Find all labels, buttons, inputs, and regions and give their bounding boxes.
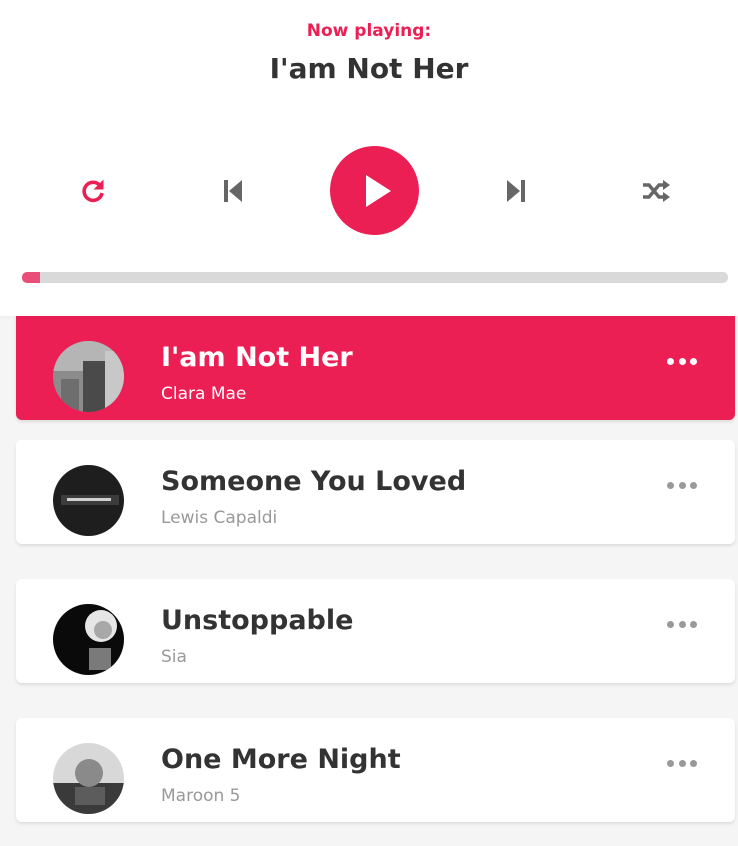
song-item[interactable]: I'am Not Her Clara Mae [16, 316, 735, 420]
song-thumb [53, 604, 124, 675]
player-controls [0, 146, 738, 238]
now-playing-label: Now playing: [306, 21, 432, 41]
previous-button[interactable] [210, 171, 256, 211]
song-title: Someone You Loved [161, 466, 467, 497]
song-author: Sia [161, 647, 187, 667]
random-icon [643, 180, 670, 202]
more-options-button[interactable] [667, 475, 697, 495]
ellipsis-icon [667, 481, 674, 489]
repeat-button[interactable] [70, 171, 116, 211]
song-thumb [53, 743, 124, 814]
next-button[interactable] [493, 171, 539, 211]
more-options-button[interactable] [667, 753, 697, 773]
song-title: One More Night [161, 744, 401, 775]
song-thumb [53, 465, 124, 536]
song-author: Lewis Capaldi [161, 508, 278, 528]
progress-fill [22, 272, 40, 283]
progress-bar[interactable] [22, 272, 728, 283]
song-item[interactable]: Unstoppable Sia [16, 579, 735, 683]
step-backward-icon [224, 180, 242, 202]
shuffle-button[interactable] [633, 171, 679, 211]
current-song-title: I'am Not Her [269, 52, 469, 85]
song-title: I'am Not Her [161, 342, 353, 373]
song-author: Maroon 5 [161, 786, 241, 806]
step-forward-icon [507, 180, 525, 202]
song-thumb [53, 341, 124, 412]
play-icon [365, 174, 391, 207]
song-title: Unstoppable [161, 605, 354, 636]
repeat-icon [82, 179, 104, 203]
song-item[interactable]: Someone You Loved Lewis Capaldi [16, 440, 735, 544]
ellipsis-icon [667, 620, 674, 628]
play-button[interactable] [330, 146, 419, 235]
ellipsis-icon [667, 357, 674, 365]
more-options-button[interactable] [667, 351, 697, 371]
more-options-button[interactable] [667, 614, 697, 634]
song-item[interactable]: One More Night Maroon 5 [16, 718, 735, 822]
song-author: Clara Mae [161, 384, 247, 404]
player-dashboard: Now playing: I'am Not Her [0, 0, 738, 316]
ellipsis-icon [667, 759, 674, 767]
